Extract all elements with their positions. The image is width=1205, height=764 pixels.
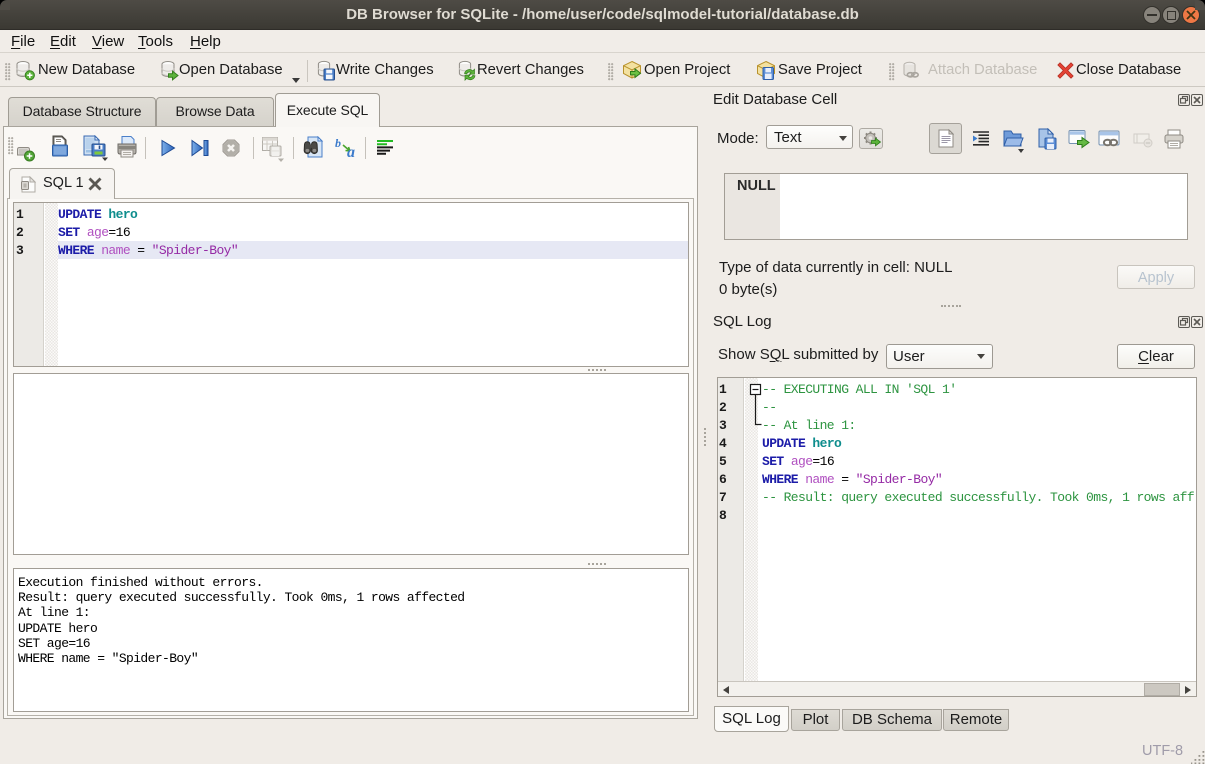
svg-text:b: b	[335, 136, 341, 150]
svg-text:a: a	[347, 144, 355, 158]
